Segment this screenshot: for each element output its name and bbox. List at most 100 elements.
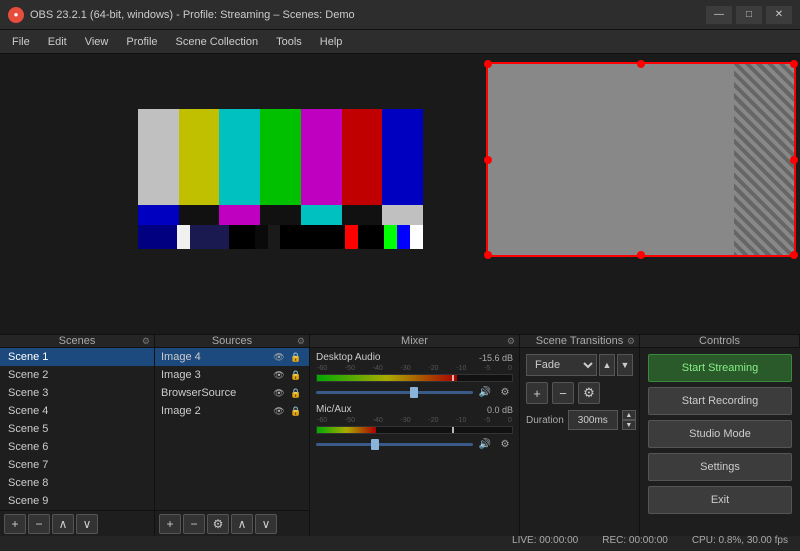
source-name: Image 4 xyxy=(161,351,201,363)
mic-aux-settings-icon[interactable]: ⚙ xyxy=(497,436,513,452)
hatch-pattern xyxy=(734,64,794,257)
close-button[interactable]: ✕ xyxy=(766,6,792,24)
source-lock-icon[interactable]: 🔒 xyxy=(289,387,303,399)
transition-arrow-down[interactable]: ▼ xyxy=(617,354,633,376)
fader-thumb[interactable] xyxy=(410,387,418,398)
scene-item[interactable]: Scene 2 xyxy=(0,366,154,384)
desktop-audio-channel: Desktop Audio -15.6 dB -60 -50 -40 -30 -… xyxy=(316,352,513,400)
meter-marker xyxy=(452,375,454,381)
source-item[interactable]: Image 4 👁 🔒 xyxy=(155,348,309,366)
transition-settings-button[interactable]: ⚙ xyxy=(578,382,600,404)
bar-red xyxy=(342,109,383,205)
mic-aux-fader[interactable] xyxy=(316,443,473,446)
smpte-color-bars[interactable] xyxy=(138,109,423,249)
studio-mode-button[interactable]: Studio Mode xyxy=(648,420,792,448)
sources-config-icon[interactable]: ⚙ xyxy=(297,336,305,347)
scene-item[interactable]: Scene 8 xyxy=(0,474,154,492)
mic-aux-mute-icon[interactable]: 🔊 xyxy=(477,436,493,452)
title-bar-left: ● OBS 23.2.1 (64-bit, windows) - Profile… xyxy=(8,7,355,23)
start-streaming-button[interactable]: Start Streaming xyxy=(648,354,792,382)
transition-type-select[interactable]: Fade xyxy=(526,354,597,376)
remove-scene-button[interactable]: − xyxy=(28,514,50,534)
add-scene-button[interactable]: + xyxy=(4,514,26,534)
remove-source-button[interactable]: − xyxy=(183,514,205,534)
add-source-button[interactable]: + xyxy=(159,514,181,534)
mic-aux-channel: Mic/Aux 0.0 dB -60 -50 -40 -30 -20 -10 -… xyxy=(316,404,513,452)
down-scene-button[interactable]: ∨ xyxy=(76,514,98,534)
desktop-audio-label: Desktop Audio xyxy=(316,352,381,363)
exit-button[interactable]: Exit xyxy=(648,486,792,514)
mic-aux-meter xyxy=(316,426,513,434)
up-scene-button[interactable]: ∧ xyxy=(52,514,74,534)
bottom-panels: Scenes ⚙ Sources ⚙ Mixer ⚙ Scene Transit… xyxy=(0,334,800,529)
mixer-config-icon[interactable]: ⚙ xyxy=(507,336,515,347)
bar-blue xyxy=(382,109,423,205)
smpte-bottom-bars xyxy=(138,225,423,249)
maximize-button[interactable]: □ xyxy=(736,6,762,24)
app-icon: ● xyxy=(8,7,24,23)
add-transition-button[interactable]: + xyxy=(526,382,548,404)
mixer-panel: Desktop Audio -15.6 dB -60 -50 -40 -30 -… xyxy=(310,348,520,536)
scene-item[interactable]: Scene 4 xyxy=(0,402,154,420)
scene-item[interactable]: Scene 9 xyxy=(0,492,154,510)
source-name: BrowserSource xyxy=(161,387,236,399)
source-eye-icon[interactable]: 👁 xyxy=(272,351,286,363)
down-source-button[interactable]: ∨ xyxy=(255,514,277,534)
transition-arrow-up[interactable]: ▲ xyxy=(599,354,615,376)
scene-item[interactable]: Scene 3 xyxy=(0,384,154,402)
source-lock-icon[interactable]: 🔒 xyxy=(289,369,303,381)
source-settings-button[interactable]: ⚙ xyxy=(207,514,229,534)
menu-profile[interactable]: Profile xyxy=(118,34,165,50)
scenes-list: Scene 1 Scene 2 Scene 3 Scene 4 Scene 5 … xyxy=(0,348,154,510)
transitions-panel: Fade ▲ ▼ + − ⚙ Duration ▲ ▼ xyxy=(520,348,640,536)
source-item[interactable]: BrowserSource 👁 🔒 xyxy=(155,384,309,402)
menu-file[interactable]: File xyxy=(4,34,38,50)
source-eye-icon[interactable]: 👁 xyxy=(272,387,286,399)
scenes-panel-header: Scenes ⚙ xyxy=(0,335,155,347)
settings-button[interactable]: Settings xyxy=(648,453,792,481)
transitions-panel-header: Scene Transitions ⚙ xyxy=(520,335,640,347)
desktop-audio-mute-icon[interactable]: 🔊 xyxy=(477,384,493,400)
menu-help[interactable]: Help xyxy=(312,34,351,50)
bar-cyan xyxy=(219,109,260,205)
minimize-button[interactable]: — xyxy=(706,6,732,24)
menu-scene-collection[interactable]: Scene Collection xyxy=(168,34,267,50)
controls-panel: Start Streaming Start Recording Studio M… xyxy=(640,348,800,536)
scenes-panel: Scene 1 Scene 2 Scene 3 Scene 4 Scene 5 … xyxy=(0,348,155,536)
source-lock-icon[interactable]: 🔒 xyxy=(289,405,303,417)
desktop-audio-meter xyxy=(316,374,513,382)
scene-item[interactable]: Scene 7 xyxy=(0,456,154,474)
source-name: Image 3 xyxy=(161,369,201,381)
image-source-preview[interactable] xyxy=(486,64,794,257)
desktop-audio-fader[interactable] xyxy=(316,391,473,394)
source-item[interactable]: Image 2 👁 🔒 xyxy=(155,402,309,420)
start-recording-button[interactable]: Start Recording xyxy=(648,387,792,415)
source-item[interactable]: Image 3 👁 🔒 xyxy=(155,366,309,384)
scenes-footer: + − ∧ ∨ xyxy=(0,510,154,536)
menu-edit[interactable]: Edit xyxy=(40,34,75,50)
sources-footer: + − ⚙ ∧ ∨ xyxy=(155,510,309,536)
menu-tools[interactable]: Tools xyxy=(268,34,310,50)
title-bar-controls[interactable]: — □ ✕ xyxy=(706,6,792,24)
scene-item[interactable]: Scene 5 xyxy=(0,420,154,438)
source-lock-icon[interactable]: 🔒 xyxy=(289,351,303,363)
panels-content: Scene 1 Scene 2 Scene 3 Scene 4 Scene 5 … xyxy=(0,348,800,536)
title-bar-text: OBS 23.2.1 (64-bit, windows) - Profile: … xyxy=(30,9,355,21)
duration-down-arrow[interactable]: ▼ xyxy=(622,420,636,430)
duration-input[interactable] xyxy=(568,410,618,430)
remove-transition-button[interactable]: − xyxy=(552,382,574,404)
up-source-button[interactable]: ∧ xyxy=(231,514,253,534)
desktop-audio-level: -15.6 dB xyxy=(479,353,513,363)
source-eye-icon[interactable]: 👁 xyxy=(272,369,286,381)
scenes-config-icon[interactable]: ⚙ xyxy=(142,336,150,347)
mic-aux-meter-fill xyxy=(317,427,376,433)
fader-thumb[interactable] xyxy=(371,439,379,450)
scene-item[interactable]: Scene 1 xyxy=(0,348,154,366)
desktop-audio-settings-icon[interactable]: ⚙ xyxy=(497,384,513,400)
duration-up-arrow[interactable]: ▲ xyxy=(622,410,636,420)
transitions-config-icon[interactable]: ⚙ xyxy=(627,336,635,347)
mic-aux-level: 0.0 dB xyxy=(487,405,513,415)
menu-view[interactable]: View xyxy=(77,34,117,50)
scene-item[interactable]: Scene 6 xyxy=(0,438,154,456)
source-eye-icon[interactable]: 👁 xyxy=(272,405,286,417)
